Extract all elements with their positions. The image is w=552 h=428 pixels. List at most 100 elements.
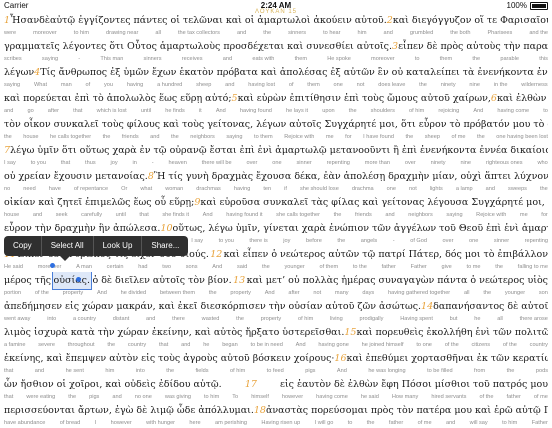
- verse-number[interactable]: 13: [233, 272, 245, 289]
- greek-word[interactable]: γραμματεῖς λέγοντες ὅτι Οὗτος ἁμαρτωλοὺς…: [4, 38, 392, 55]
- english-gloss: a famine: [4, 342, 26, 348]
- greek-word[interactable]: Τίς ἄνθρωπος ἐξ ὑμῶν ἔχων ἑκατὸν πρόβατα…: [40, 64, 548, 81]
- english-gloss: and: [4, 108, 14, 114]
- greek-word[interactable]: λιμὸς ἰσχυρὰ κατὰ τὴν χώραν ἐκείνην, καὶ…: [4, 324, 344, 341]
- greek-text-line[interactable]: 7 λέγω ὑμῖν ὅτι οὕτως χαρὰ ἐν τῷ οὐρανῷ ἔ…: [4, 142, 548, 159]
- english-gloss: to him: [502, 420, 518, 426]
- greek-word[interactable]: Ἢ τίς γυνὴ δραχμὰς ἔχουσα δέκα, ἐὰν ἀπολ…: [154, 168, 548, 185]
- greek-word[interactable]: ἐκείνης, καὶ ἔπεμψεν αὐτὸν εἰς τοὺς ἀγρο…: [4, 350, 334, 367]
- copy-button[interactable]: Copy: [4, 236, 42, 256]
- english-gloss-line: that and he sent him into the fields of him to f…: [4, 367, 548, 376]
- greek-text-line[interactable]: οὐ χρείαν ἔχουσιν μετανοίας. 8 Ἢ τίς γυνὴ …: [4, 168, 548, 185]
- verse-number[interactable]: 10: [160, 220, 172, 237]
- greek-word[interactable]: Ἦσαν: [10, 12, 39, 29]
- english-gloss: am perishing: [215, 420, 248, 426]
- english-gloss: them: [294, 56, 308, 62]
- english-gloss: repenting: [326, 160, 350, 166]
- english-gloss: father: [506, 394, 521, 400]
- share-button[interactable]: Share...: [142, 236, 188, 256]
- english-gloss: pods: [535, 368, 548, 374]
- english-gloss: drachmas: [196, 186, 221, 192]
- english-gloss: of: [85, 82, 91, 88]
- selected-word[interactable]: οὐσίας.: [51, 272, 92, 290]
- english-gloss: who: [537, 160, 548, 166]
- greek-word[interactable]: καὶ ἐπεθύμει χορτασθῆναι ἐκ τῶν κερατίων: [347, 350, 548, 367]
- english-gloss: seek: [55, 212, 68, 218]
- greek-word[interactable]: εἶπεν δὲ πρὸς αὐτοὺς τὴν παραβολὴν ταύτη…: [398, 38, 548, 55]
- greek-text-line[interactable]: περισσεύονται ἄρτων, ἐγὼ δὲ λιμῷ ὧδε ἀπό…: [4, 402, 548, 419]
- english-gloss: and: [146, 316, 156, 322]
- verse-number[interactable]: 14: [421, 298, 433, 315]
- greek-word[interactable]: ὧν ἤσθιον οἱ χοῖροι, καὶ οὐδεὶς ἐδίδου α…: [4, 376, 222, 393]
- greek-word[interactable]: λέγων: [4, 64, 34, 81]
- greek-word[interactable]: δὲ: [39, 12, 50, 29]
- greek-word[interactable]: τὸν οἶκον συνκαλεῖ τοὺς φίλους καὶ τοὺς …: [4, 116, 548, 133]
- select-all-button[interactable]: Select All: [42, 236, 94, 256]
- english-gloss: citizens: [471, 342, 491, 348]
- greek-text-line[interactable]: 1 Ἦσαν δὲ αὐτῷ ἐγγίζοντες πάντες οἱ τελῶναι…: [4, 12, 548, 29]
- english-gloss: between them: [159, 290, 196, 296]
- greek-word[interactable]: καὶ πορεύεται ἐπὶ τὸ ἀπολωλὸς ἕως εὕρῃ α…: [4, 90, 232, 107]
- english-gloss: woman: [165, 186, 184, 192]
- english-gloss: I will go: [314, 420, 334, 426]
- greek-text-line[interactable]: οἰκίαν καὶ ζητεῖ ἐπιμελῶς ἕως οὗ εὕρῃ; 9 κ…: [4, 194, 548, 211]
- greek-text-line[interactable]: ἐκείνης, καὶ ἔπεμψεν αὐτὸν εἰς τοὺς ἀγρο…: [4, 350, 548, 367]
- greek-word[interactable]: μέρος τῆς: [4, 272, 51, 289]
- greek-text-line[interactable]: λέγων 4 Τίς ἄνθρωπος ἐξ ὑμῶν ἔχων ἑκατὸν π…: [4, 64, 548, 81]
- english-gloss: the: [107, 342, 116, 348]
- greek-word[interactable]: ἀναστὰς πορεύσομαι πρὸς τὸν πατέρα μου κ…: [266, 402, 548, 419]
- greek-text-line[interactable]: τὸν οἶκον συνκαλεῖ τοὺς φίλους καὶ τοὺς …: [4, 116, 548, 133]
- interlinear-text[interactable]: 1 Ἦσαν δὲ αὐτῷ ἐγγίζοντες πάντες οἱ τελῶναι…: [4, 12, 548, 428]
- greek-word[interactable]: ὁ δὲ διεῖλεν αὐτοῖς τὸν βίον.: [92, 272, 231, 289]
- verse-number[interactable]: 15: [344, 324, 356, 341]
- english-gloss: and: [150, 134, 160, 140]
- greek-text-line[interactable]: γραμματεῖς λέγοντες ὅτι Οὗτος ἁμαρτωλοὺς…: [4, 38, 548, 55]
- greek-text-line[interactable]: εὗρον τὴν δραχμὴν ἣν ἀπώλεσα. 10 οὕτως, λέ…: [4, 220, 548, 237]
- greek-text-line[interactable]: ἀπεδήμησεν εἰς χώραν μακράν, καὶ ἐκεῖ δι…: [4, 298, 548, 315]
- greek-word[interactable]: εἰς ἑαυτὸν δὲ ἐλθὼν ἔφη Πόσοι μίσθιοι το…: [280, 376, 548, 393]
- english-gloss: him: [357, 30, 367, 36]
- greek-word[interactable]: καὶ εὑρὼν ἐπιτίθησιν ἐπὶ τοὺς ὤμους αὐτο…: [238, 90, 491, 107]
- greek-word[interactable]: ἀπεδήμησεν εἰς χώραν μακράν, καὶ ἐκεῖ δι…: [4, 298, 421, 315]
- greek-word[interactable]: καὶ ἐλθὼν εἰς: [497, 90, 548, 107]
- english-gloss: and: [236, 30, 247, 36]
- english-gloss: ninety: [440, 82, 456, 88]
- greek-word[interactable]: οὕτως, λέγω ὑμῖν, γίνεται χαρὰ ἐνώπιον τ…: [173, 220, 548, 237]
- verse-line: λέγων 4 Τίς ἄνθρωπος ἐξ ὑμῶν ἔχων ἑκατὸν π…: [4, 64, 548, 90]
- greek-word[interactable]: εὗρον τὴν δραχμὴν ἣν ἀπώλεσα.: [4, 220, 160, 237]
- greek-text-line[interactable]: καὶ πορεύεται ἐπὶ τὸ ἀπολωλὸς ἕως εὕρῃ α…: [4, 90, 548, 107]
- greek-word[interactable]: περισσεύονται ἄρτων, ἐγὼ δὲ λιμῷ ὧδε ἀπό…: [4, 402, 254, 419]
- greek-word[interactable]: καὶ εὑροῦσα συνκαλεῖ τὰς φίλας καὶ γείτο…: [200, 194, 548, 211]
- greek-word[interactable]: καὶ μετ’ οὐ πολλὰς ἡμέρας συναγαγὼν πάντ…: [247, 272, 548, 289]
- selection-start-handle[interactable]: [50, 263, 55, 268]
- selection-end-handle[interactable]: [76, 277, 81, 282]
- greek-text-line[interactable]: λιμὸς ἰσχυρὰ κατὰ τὴν χώραν ἐκείνην, καὶ…: [4, 324, 548, 341]
- english-gloss: -: [392, 238, 395, 244]
- greek-word[interactable]: οἰκίαν καὶ ζητεῖ ἐπιμελῶς ἕως οὗ εὕρῃ;: [4, 194, 194, 211]
- verse-number[interactable]: 18: [254, 402, 266, 419]
- greek-text-line[interactable]: μέρος τῆς οὐσίας. ὁ δὲ διεῖλεν αὐτοῖς τὸν …: [4, 272, 548, 290]
- english-gloss-line: house and seek carefully until that she finds …: [4, 211, 548, 220]
- greek-word[interactable]: καὶ πορευθεὶς ἐκολλήθη ἑνὶ τῶν πολιτῶν τ…: [356, 324, 548, 341]
- greek-word[interactable]: λέγω ὑμῖν ὅτι οὕτως χαρὰ ἐν τῷ οὐρανῷ ἔσ…: [10, 142, 548, 159]
- greek-word[interactable]: οὐ χρείαν ἔχουσιν μετανοίας.: [4, 168, 148, 185]
- greek-word[interactable]: δαπανήσαντος δὲ αὐτοῦ πάντα ἐγένετο: [433, 298, 548, 315]
- english-gloss: were eating: [26, 394, 56, 400]
- greek-word[interactable]: αὐτῷ ἐγγίζοντες πάντες οἱ τελῶναι καὶ οἱ…: [50, 12, 387, 29]
- english-gloss: however: [110, 420, 132, 426]
- look-up-button[interactable]: Look Up: [94, 236, 143, 256]
- verse-number[interactable]: 12: [210, 246, 222, 263]
- english-gloss: have abundance: [4, 420, 46, 426]
- verse-line: λιμὸς ἰσχυρὰ κατὰ τὴν χώραν ἐκείνην, καὶ…: [4, 324, 548, 350]
- verse-number[interactable]: 16: [334, 350, 346, 367]
- english-gloss: had: [138, 264, 148, 270]
- verse-number[interactable]: 17: [245, 376, 257, 393]
- english-gloss: receives: [181, 56, 203, 62]
- verse-line: ἐκείνης, καὶ ἔπεμψεν αὐτὸν εἰς τοὺς ἀγρο…: [4, 350, 548, 376]
- english-gloss: this: [539, 56, 548, 62]
- greek-text-line[interactable]: ὧν ἤσθιον οἱ χοῖροι, καὶ οὐδεὶς ἐδίδου α…: [4, 376, 548, 393]
- greek-word[interactable]: καὶ εἶπεν ὁ νεώτερος αὐτῶν τῷ πατρί Πάτε…: [224, 246, 548, 263]
- english-gloss-line: have abundance of bread Ihowever with hunge…: [4, 419, 548, 428]
- english-gloss: eats with: [252, 56, 275, 62]
- greek-word[interactable]: καὶ διεγόγγυζον οἵ τε Φαρισαῖοι καὶ οἱ: [393, 12, 548, 29]
